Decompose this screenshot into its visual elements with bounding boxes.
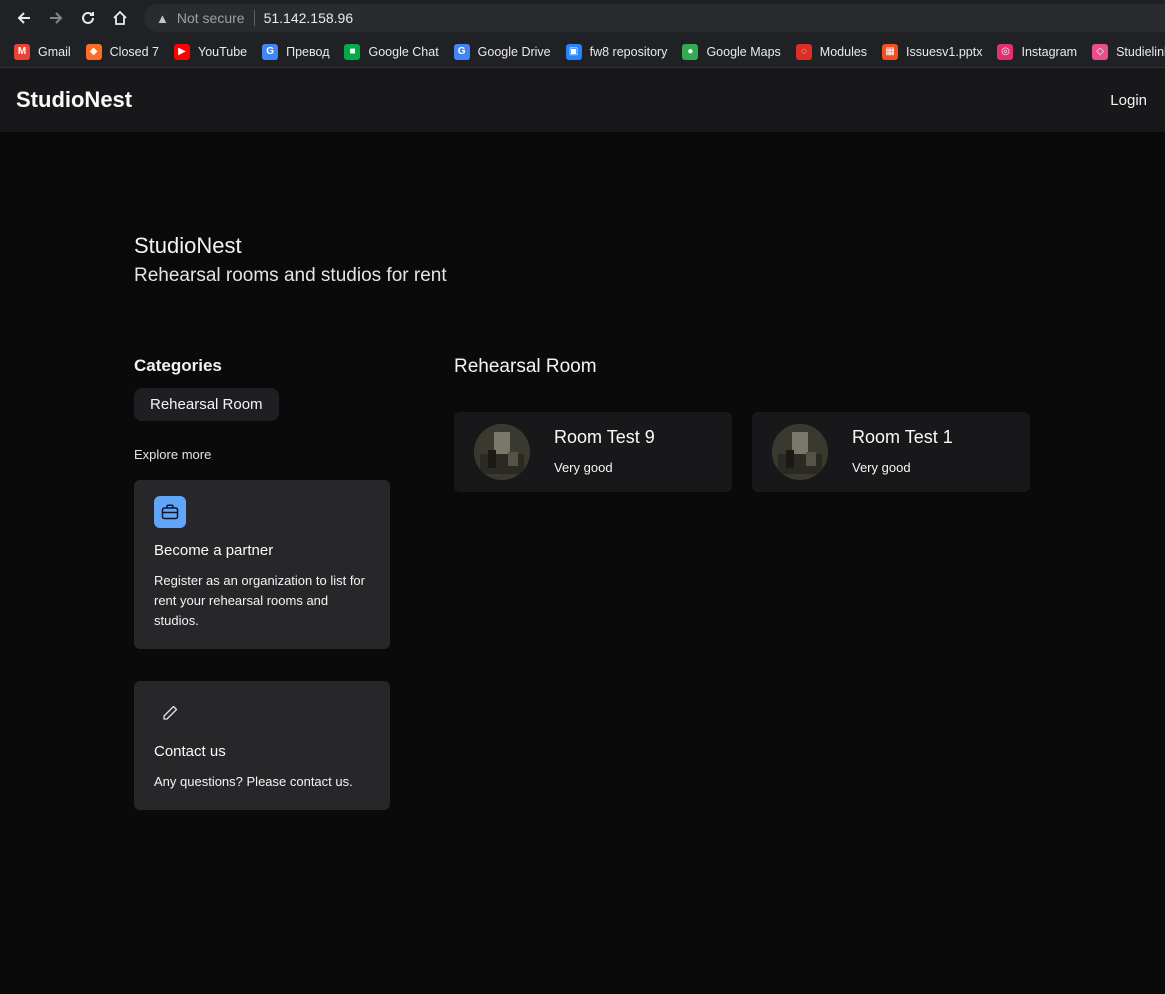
bookmark-label: Instagram — [1021, 44, 1078, 59]
microsoft-icon: ▦ — [882, 43, 899, 60]
bookmark-google[interactable]: G Google Drive — [453, 43, 551, 60]
card-description: Register as an organization to list for … — [154, 573, 365, 628]
reload-icon — [82, 11, 94, 24]
become-partner-card[interactable]: Become a partner Register as an organiza… — [134, 480, 390, 649]
home-button[interactable] — [104, 2, 136, 34]
app-header: StudioNest Login — [0, 68, 1165, 132]
room-description: Very good — [554, 460, 613, 475]
maps-icon: ● — [682, 43, 699, 60]
sidebar: Categories Rehearsal Room Explore more B… — [134, 356, 390, 842]
warning-icon: ▲ — [156, 10, 169, 26]
room-thumbnail — [474, 424, 530, 480]
google-icon: G — [453, 43, 470, 60]
bookmark-label: Studielink — [1116, 44, 1165, 59]
card-description: Any questions? Please contact us. — [154, 774, 353, 789]
room-name: Room Test 9 — [554, 427, 655, 447]
bookmark-gitlab[interactable]: ◆ Closed 7 — [85, 43, 159, 60]
reload-button[interactable] — [72, 2, 104, 34]
bookmark-label: fw8 repository — [589, 44, 668, 59]
omnibox-divider — [253, 10, 255, 26]
categories-title: Categories — [134, 356, 222, 375]
contact-us-card[interactable]: Contact us Any questions? Please contact… — [134, 681, 390, 810]
studielink-icon: ◇ — [1092, 43, 1109, 60]
briefcase-icon — [154, 496, 186, 528]
bookmark-label: Modules — [819, 44, 868, 59]
address-bar[interactable]: ▲ Not secure 51.142.158.96 — [144, 4, 1165, 32]
bookmark-gmail[interactable]: M Gmail — [14, 43, 71, 60]
bookmarks-bar: M Gmail ◆ Closed 7 ▶ YouTube G Превод ■ Google Ch… — [0, 36, 1165, 68]
gitlab-icon: ◆ — [85, 43, 102, 60]
modules-icon: ◌ — [795, 43, 812, 60]
browser-toolbar: ▲ Not secure 51.142.158.96 — [0, 0, 1165, 36]
bookmark-modules[interactable]: ◌ Modules — [795, 43, 868, 60]
card-title: Contact us — [154, 743, 226, 760]
url-text: 51.142.158.96 — [263, 10, 354, 26]
chat-icon: ■ — [344, 43, 361, 60]
bookmark-microsoft[interactable]: ▦ Issuesv1.pptx — [882, 43, 983, 60]
youtube-icon: ▶ — [174, 43, 190, 60]
room-listing: Rehearsal Room Room Test 9 Very good Roo… — [454, 356, 1034, 492]
brand-logo[interactable]: StudioNest — [16, 87, 132, 113]
explore-more-label: Explore more — [134, 447, 212, 462]
room-list: Room Test 9 Very good Room Test 1 Very g… — [454, 412, 1034, 492]
room-thumbnail — [772, 424, 828, 480]
room-name: Room Test 1 — [852, 427, 953, 447]
bookmark-label: Превод — [286, 44, 330, 59]
bookmark-label: Google Drive — [477, 44, 551, 59]
bookmark-label: Closed 7 — [109, 44, 159, 59]
forward-button[interactable] — [40, 2, 72, 34]
room-description: Very good — [852, 460, 911, 475]
login-link[interactable]: Login — [1110, 92, 1147, 109]
bookmark-translate[interactable]: G Превод — [262, 43, 330, 60]
bookmark-label: Google Maps — [706, 44, 781, 59]
instagram-icon: ◎ — [997, 43, 1014, 60]
translate-icon: G — [262, 43, 279, 60]
home-icon — [113, 10, 127, 25]
room-card[interactable]: Room Test 1 Very good — [752, 412, 1030, 492]
pencil-icon — [154, 697, 186, 729]
bitbucket-icon: ▣ — [565, 43, 582, 60]
gmail-icon: M — [14, 43, 30, 60]
back-button[interactable] — [8, 2, 40, 34]
bookmark-maps[interactable]: ● Google Maps — [682, 43, 781, 60]
bookmark-instagram[interactable]: ◎ Instagram — [997, 43, 1078, 60]
arrow-right-icon — [50, 12, 63, 24]
hero-title: StudioNest — [134, 233, 242, 258]
bookmark-label: Issuesv1.pptx — [906, 44, 983, 59]
security-label: Not secure — [176, 10, 245, 26]
category-heading: Rehearsal Room — [454, 356, 597, 377]
bookmark-bitbucket[interactable]: ▣ fw8 repository — [565, 43, 668, 60]
bookmark-label: Gmail — [38, 44, 71, 59]
bookmark-chat[interactable]: ■ Google Chat — [344, 43, 439, 60]
category-chip-rehearsal-room[interactable]: Rehearsal Room — [134, 388, 279, 421]
card-title: Become a partner — [154, 542, 274, 559]
hero-subtitle: Rehearsal rooms and studios for rent — [134, 265, 447, 286]
bookmark-studielink[interactable]: ◇ Studielink — [1092, 43, 1165, 60]
bookmark-label: YouTube — [198, 44, 248, 59]
hero-section: StudioNest Rehearsal rooms and studios f… — [134, 233, 447, 287]
arrow-left-icon — [17, 12, 30, 24]
room-card[interactable]: Room Test 9 Very good — [454, 412, 732, 492]
bookmark-label: Google Chat — [368, 44, 439, 59]
bookmark-youtube[interactable]: ▶ YouTube — [174, 43, 248, 60]
